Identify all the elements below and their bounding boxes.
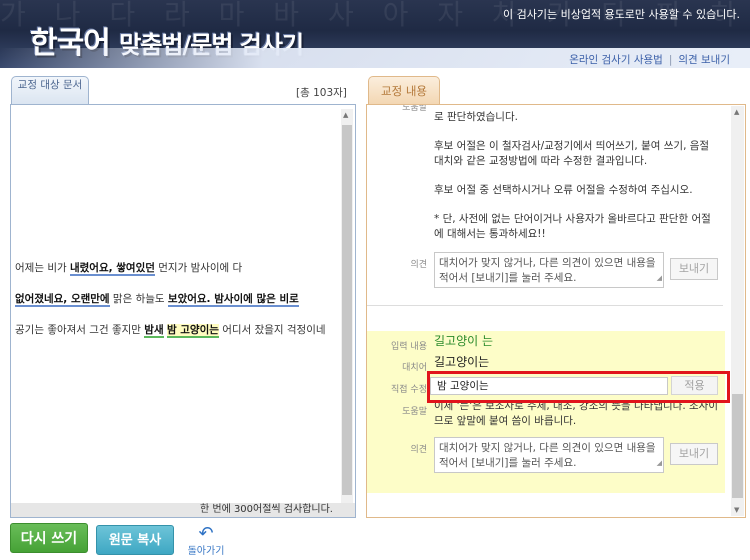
selected-error-word[interactable]: 밤 고양이는 <box>166 324 219 338</box>
link-send-feedback[interactable]: 의견 보내기 <box>678 54 730 66</box>
usage-notice: 이 검사기는 비상업적 용도로만 사용할 수 있습니다. <box>503 8 740 21</box>
source-text: 어제는 비가 내렸어요, 쌓여있던 먼지가 밤사이에 다 없어졌네요, 오랜만에… <box>15 261 340 354</box>
back-arrow-icon: ↶ <box>198 523 214 544</box>
left-scrollbar[interactable]: ▲ ▼ <box>341 109 353 513</box>
source-paragraph: 없어졌네요, 오랜만에 맑은 하늘도 보았어요. 밤사이에 많은 비로 <box>15 292 340 307</box>
help-paragraph: 로 판단하였습니다. <box>434 111 518 123</box>
opinion-label: 의견 <box>410 445 427 455</box>
opinion-placeholder: 대치어가 맞지 않거나, 다른 의견이 있으면 내용을 적어서 [보내기]를 눌… <box>439 442 656 469</box>
error-word[interactable]: 없어졌네요, 오랜만에 <box>15 293 110 307</box>
scroll-down-icon[interactable]: ▼ <box>734 506 739 514</box>
help-text-block: 로 판단하였습니다. 후보 어절은 이 철자검사/교정기에서 띄어쓰기, 붙여 … <box>434 105 714 256</box>
send-button[interactable]: 보내기 <box>670 258 718 280</box>
text-span: 먼지가 밤사이에 다 <box>154 262 243 274</box>
input-label: 입력 내용 <box>391 342 427 352</box>
tab-source-document[interactable]: 교정 대상 문서 <box>11 76 89 104</box>
send-button[interactable]: 보내기 <box>670 443 718 465</box>
scrollbar-thumb[interactable] <box>732 394 743 498</box>
help-text: 이제 '는'은 보조사로 주제, 대조, 강조의 뜻을 나타냅니다. 조사이므로… <box>434 400 718 427</box>
rewrite-button[interactable]: 다시 쓰기 <box>10 523 88 553</box>
scroll-up-icon[interactable]: ▲ <box>734 108 739 116</box>
error-word[interactable]: 보았어요. 밤사이에 많은 비로 <box>167 293 299 307</box>
replace-label: 대치어 <box>402 363 427 373</box>
error-word[interactable]: 밤새 <box>144 324 164 338</box>
tab-correction-content[interactable]: 교정 내용 <box>368 76 440 104</box>
direct-edit-label: 직접 수정 <box>391 385 427 395</box>
text-span: 맑은 하늘도 <box>109 293 168 305</box>
source-paragraph: 어제는 비가 내렸어요, 쌓여있던 먼지가 밤사이에 다 <box>15 261 340 276</box>
top-help-label: 도움말 <box>402 104 427 113</box>
resize-grip-icon[interactable]: ◢ <box>657 271 662 286</box>
resize-grip-icon[interactable]: ◢ <box>657 456 662 471</box>
section-divider <box>367 305 723 306</box>
scrollbar-thumb[interactable] <box>342 125 352 495</box>
scroll-up-icon[interactable]: ▲ <box>343 111 348 119</box>
header-banner: 가 나 다 라 마 바 사 아 자 차 카 타 파 하 한 글 ㄱ ㄴ ㄷ ㄹ … <box>0 0 750 68</box>
check-limit-note: 한 번에 300어절씩 검사합니다. <box>11 503 355 517</box>
text-span: 어제는 비가 <box>15 262 70 274</box>
help-label: 도움말 <box>402 407 427 417</box>
source-paragraph: 공기는 좋아져서 그건 좋지만 밤새 밤 고양이는 어디서 잤을지 걱정이네 <box>15 323 340 338</box>
highlight-box <box>427 371 730 403</box>
copy-original-button[interactable]: 원문 복사 <box>96 525 174 555</box>
header-links: 온라인 검사기 사용법 | 의견 보내기 <box>569 52 730 67</box>
input-word: 길고양이 는 <box>434 334 494 348</box>
source-document-panel: 어제는 비가 내렸어요, 쌓여있던 먼지가 밤사이에 다 없어졌네요, 오랜만에… <box>10 104 356 518</box>
opinion-placeholder: 대치어가 맞지 않거나, 다른 의견이 있으면 내용을 적어서 [보내기]를 눌… <box>439 257 656 284</box>
back-label: 돌아가기 <box>187 546 225 557</box>
error-word[interactable]: 내렸어요, 쌓여있던 <box>69 262 155 276</box>
right-scrollbar[interactable]: ▲ ▼ <box>731 106 744 516</box>
text-span: 공기는 좋아져서 그건 좋지만 <box>15 324 145 336</box>
link-separator: | <box>668 54 673 66</box>
char-count: [총 103자] <box>296 87 347 99</box>
opinion-label: 의견 <box>410 260 427 270</box>
help-paragraph: 후보 어절 중 선택하시거나 오류 어절을 수정하여 주십시오. <box>434 184 693 196</box>
replace-word[interactable]: 길고양이는 <box>434 355 489 370</box>
help-paragraph: * 단, 사전에 없는 단어이거나 사용자가 올바르다고 판단한 어절에 대해서… <box>434 213 711 240</box>
opinion-textarea[interactable]: 대치어가 맞지 않거나, 다른 의견이 있으면 내용을 적어서 [보내기]를 눌… <box>434 252 664 288</box>
link-usage-guide[interactable]: 온라인 검사기 사용법 <box>569 54 663 66</box>
text-span: 어디서 잤을지 걱정이네 <box>218 324 326 336</box>
opinion-textarea[interactable]: 대치어가 맞지 않거나, 다른 의견이 있으면 내용을 적어서 [보내기]를 눌… <box>434 437 664 473</box>
help-paragraph: 후보 어절은 이 철자검사/교정기에서 띄어쓰기, 붙여 쓰기, 음절대치와 같… <box>434 140 710 167</box>
back-button[interactable]: ↶ 돌아가기 <box>180 523 232 558</box>
